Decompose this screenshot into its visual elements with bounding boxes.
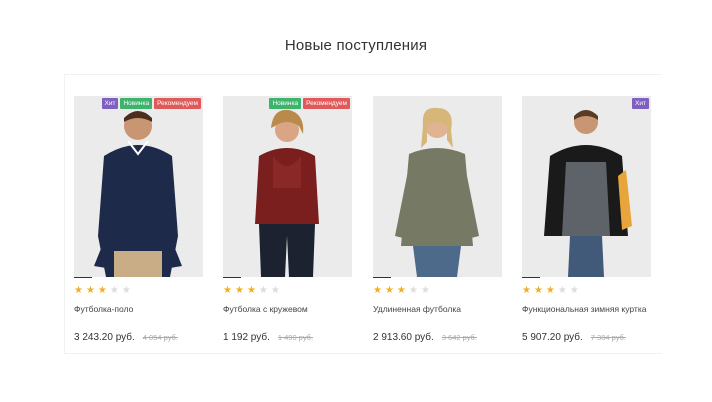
product-image[interactable] [373,96,502,277]
price-block: 2 913.60 руб. 3 642 руб. [373,327,477,345]
product-name[interactable]: Футболка-поло [74,303,204,315]
badge-recommended: Рекомендуем [154,98,201,109]
price-block: 3 243.20 руб. 4 054 руб. [74,327,178,345]
rating-stars: ★★★★★ [223,285,283,296]
badge-hit: Хит [101,98,119,109]
badge-recommended: Рекомендуем [303,98,350,109]
divider [373,277,391,278]
old-price: 3 642 руб. [441,333,477,342]
product-name[interactable]: Удлиненная футболка [373,303,503,315]
badge-new: Новинка [269,98,302,109]
rating-stars: ★★★★★ [74,285,134,296]
divider [223,277,241,278]
product-price: 5 907.20 руб. [522,332,583,343]
product-image[interactable]: Хит Новинка Рекомендуем [74,96,203,277]
divider [522,277,540,278]
divider [74,277,92,278]
price-block: 1 192 руб. 1 490 руб. [223,327,313,345]
old-price: 4 054 руб. [142,333,178,342]
rating-stars: ★★★★★ [522,285,582,296]
product-price: 3 243.20 руб. [74,332,135,343]
product-card[interactable]: ★★★★★ Удлиненная футболка 2 913.60 руб. 3… [373,96,503,343]
product-card[interactable]: Новинка Рекомендуем ★★★★★ Футболка с кру… [223,96,353,343]
product-image[interactable]: Новинка Рекомендуем [223,96,352,277]
section-title: Новые поступления [284,37,428,54]
product-card[interactable]: Хит ★★★★★ Функциональная зимняя куртка 5… [522,96,652,343]
rating-stars: ★★★★★ [373,285,433,296]
old-price: 7 384 руб. [590,333,626,342]
product-name[interactable]: Футболка с кружевом [223,303,353,315]
product-price: 2 913.60 руб. [373,332,434,343]
badge-hit: Хит [632,98,649,109]
product-name[interactable]: Функциональная зимняя куртка [522,303,652,315]
product-card[interactable]: Хит Новинка Рекомендуем ★★★★★ Футболка-п… [74,96,204,343]
badge-new: Новинка [120,98,153,109]
product-price: 1 192 руб. [223,332,270,343]
product-image[interactable]: Хит [522,96,651,277]
price-block: 5 907.20 руб. 7 384 руб. [522,327,626,345]
old-price: 1 490 руб. [277,333,314,342]
